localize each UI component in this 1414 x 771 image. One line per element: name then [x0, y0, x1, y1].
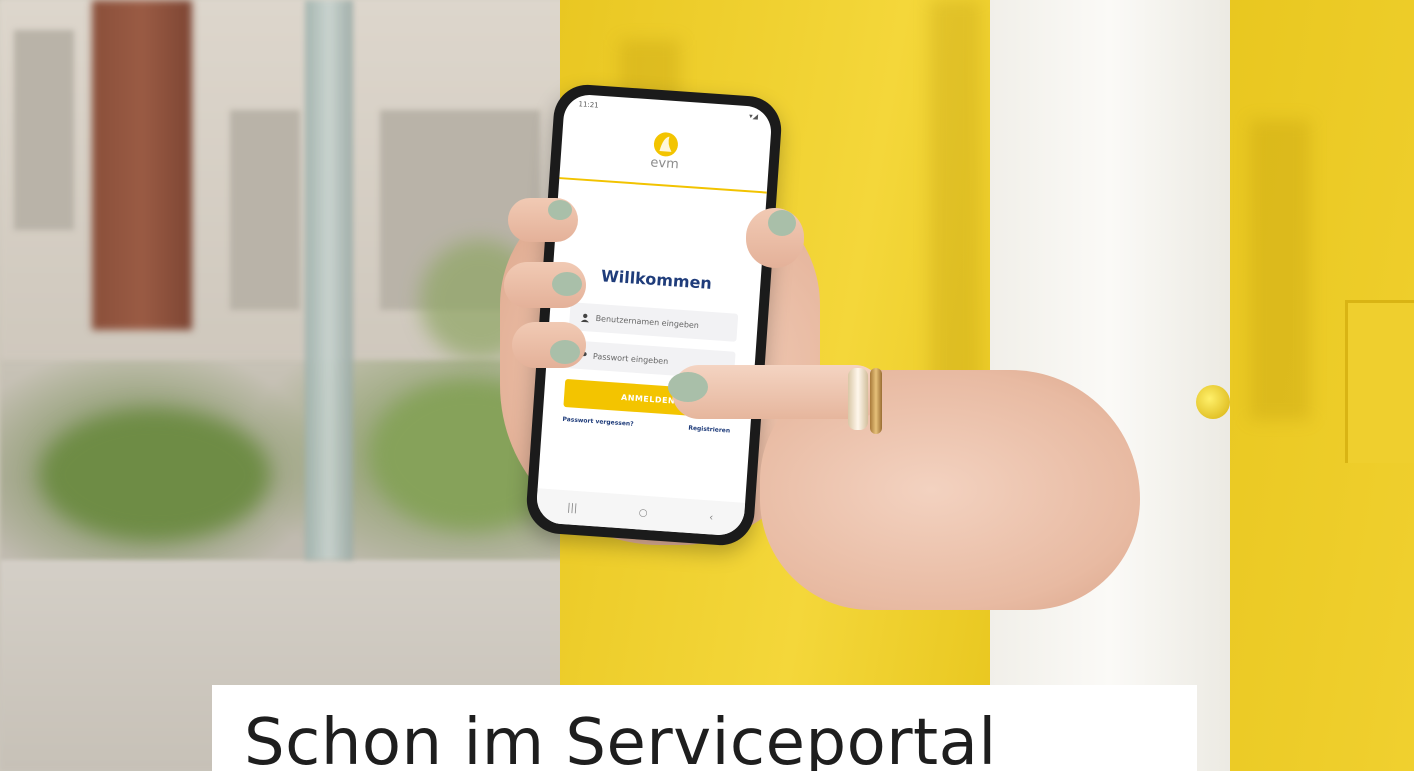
smartphone: 11:21 ▾◢ evm Willkommen Benutzernamen ei…	[524, 82, 784, 548]
hero-image: 11:21 ▾◢ evm Willkommen Benutzernamen ei…	[0, 0, 1414, 771]
jacket-fold	[930, 0, 980, 420]
background-shrub	[40, 410, 270, 540]
background-brick-column	[92, 0, 192, 330]
background-window	[14, 30, 74, 230]
username-input[interactable]: Benutzernamen eingeben	[568, 302, 739, 342]
jacket-pocket	[1345, 300, 1414, 463]
forgot-password-link[interactable]: Passwort vergessen?	[562, 416, 634, 428]
fingernail	[552, 272, 582, 296]
logo-text: evm	[649, 155, 680, 173]
password-placeholder: Passwort eingeben	[592, 351, 669, 366]
app-header: evm	[559, 111, 772, 194]
fingernail	[548, 200, 572, 220]
background-window	[230, 110, 300, 310]
register-link[interactable]: Registrieren	[688, 425, 730, 435]
thumbnail	[768, 210, 796, 236]
signal-icon: ▾◢	[748, 112, 759, 121]
fingernail	[550, 340, 580, 364]
pointing-fingernail	[668, 372, 708, 402]
caption-card: Schon im Serviceportal	[212, 685, 1197, 771]
home-icon[interactable]: ○	[638, 507, 647, 519]
recent-apps-icon[interactable]: |||	[567, 502, 578, 514]
jacket-button	[1196, 385, 1230, 419]
jacket-fold	[1250, 120, 1310, 420]
caption-title: Schon im Serviceportal	[244, 706, 997, 771]
user-icon	[577, 312, 592, 322]
evm-logo-icon	[650, 130, 682, 158]
android-nav-bar: ||| ○ ‹	[535, 488, 746, 537]
username-placeholder: Benutzernamen eingeben	[595, 313, 700, 330]
white-ring	[848, 368, 868, 430]
phone-screen: 11:21 ▾◢ evm Willkommen Benutzernamen ei…	[535, 93, 773, 537]
gold-ring	[870, 368, 882, 434]
back-icon[interactable]: ‹	[709, 512, 714, 523]
background-pole	[305, 0, 353, 560]
